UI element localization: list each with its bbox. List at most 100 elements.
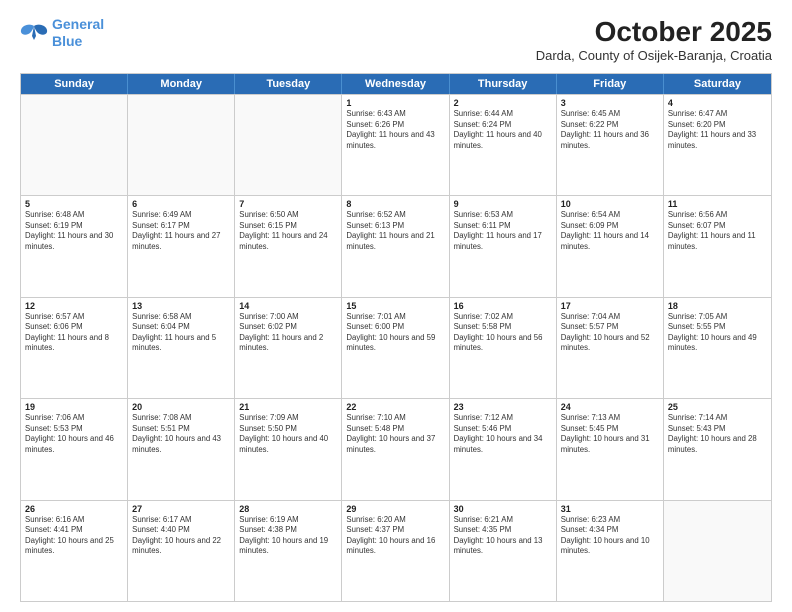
calendar-cell: 21Sunrise: 7:09 AM Sunset: 5:50 PM Dayli… — [235, 399, 342, 499]
cell-info: Sunrise: 6:44 AM Sunset: 6:24 PM Dayligh… — [454, 109, 552, 151]
calendar-cell — [128, 95, 235, 195]
calendar-cell: 8Sunrise: 6:52 AM Sunset: 6:13 PM Daylig… — [342, 196, 449, 296]
day-number: 7 — [239, 199, 337, 209]
logo-text: General Blue — [52, 16, 104, 50]
calendar-cell: 31Sunrise: 6:23 AM Sunset: 4:34 PM Dayli… — [557, 501, 664, 601]
weekday-header: Saturday — [664, 74, 771, 94]
day-number: 27 — [132, 504, 230, 514]
calendar-cell: 2Sunrise: 6:44 AM Sunset: 6:24 PM Daylig… — [450, 95, 557, 195]
day-number: 31 — [561, 504, 659, 514]
cell-info: Sunrise: 7:05 AM Sunset: 5:55 PM Dayligh… — [668, 312, 767, 354]
calendar-cell: 30Sunrise: 6:21 AM Sunset: 4:35 PM Dayli… — [450, 501, 557, 601]
day-number: 11 — [668, 199, 767, 209]
header: General Blue October 2025 Darda, County … — [20, 16, 772, 63]
cell-info: Sunrise: 6:48 AM Sunset: 6:19 PM Dayligh… — [25, 210, 123, 252]
calendar-row: 5Sunrise: 6:48 AM Sunset: 6:19 PM Daylig… — [21, 195, 771, 296]
day-number: 18 — [668, 301, 767, 311]
day-number: 20 — [132, 402, 230, 412]
cell-info: Sunrise: 6:54 AM Sunset: 6:09 PM Dayligh… — [561, 210, 659, 252]
cell-info: Sunrise: 6:16 AM Sunset: 4:41 PM Dayligh… — [25, 515, 123, 557]
cell-info: Sunrise: 7:14 AM Sunset: 5:43 PM Dayligh… — [668, 413, 767, 455]
cell-info: Sunrise: 7:06 AM Sunset: 5:53 PM Dayligh… — [25, 413, 123, 455]
day-number: 12 — [25, 301, 123, 311]
cell-info: Sunrise: 7:00 AM Sunset: 6:02 PM Dayligh… — [239, 312, 337, 354]
calendar-cell: 18Sunrise: 7:05 AM Sunset: 5:55 PM Dayli… — [664, 298, 771, 398]
page: General Blue October 2025 Darda, County … — [0, 0, 792, 612]
weekday-header: Monday — [128, 74, 235, 94]
weekday-header: Wednesday — [342, 74, 449, 94]
day-number: 13 — [132, 301, 230, 311]
logo-icon — [20, 22, 48, 44]
calendar-cell: 14Sunrise: 7:00 AM Sunset: 6:02 PM Dayli… — [235, 298, 342, 398]
calendar-row: 26Sunrise: 6:16 AM Sunset: 4:41 PM Dayli… — [21, 500, 771, 601]
calendar-body: 1Sunrise: 6:43 AM Sunset: 6:26 PM Daylig… — [21, 94, 771, 601]
calendar-cell — [235, 95, 342, 195]
day-number: 9 — [454, 199, 552, 209]
calendar-cell: 16Sunrise: 7:02 AM Sunset: 5:58 PM Dayli… — [450, 298, 557, 398]
calendar-row: 1Sunrise: 6:43 AM Sunset: 6:26 PM Daylig… — [21, 94, 771, 195]
calendar-cell: 10Sunrise: 6:54 AM Sunset: 6:09 PM Dayli… — [557, 196, 664, 296]
month-title: October 2025 — [536, 16, 772, 48]
calendar-cell: 1Sunrise: 6:43 AM Sunset: 6:26 PM Daylig… — [342, 95, 449, 195]
cell-info: Sunrise: 6:58 AM Sunset: 6:04 PM Dayligh… — [132, 312, 230, 354]
day-number: 2 — [454, 98, 552, 108]
calendar-cell — [21, 95, 128, 195]
day-number: 21 — [239, 402, 337, 412]
calendar-cell: 24Sunrise: 7:13 AM Sunset: 5:45 PM Dayli… — [557, 399, 664, 499]
day-number: 19 — [25, 402, 123, 412]
calendar-cell: 19Sunrise: 7:06 AM Sunset: 5:53 PM Dayli… — [21, 399, 128, 499]
cell-info: Sunrise: 6:47 AM Sunset: 6:20 PM Dayligh… — [668, 109, 767, 151]
calendar-cell: 11Sunrise: 6:56 AM Sunset: 6:07 PM Dayli… — [664, 196, 771, 296]
calendar-cell: 7Sunrise: 6:50 AM Sunset: 6:15 PM Daylig… — [235, 196, 342, 296]
cell-info: Sunrise: 6:53 AM Sunset: 6:11 PM Dayligh… — [454, 210, 552, 252]
cell-info: Sunrise: 6:57 AM Sunset: 6:06 PM Dayligh… — [25, 312, 123, 354]
day-number: 23 — [454, 402, 552, 412]
calendar-header: SundayMondayTuesdayWednesdayThursdayFrid… — [21, 74, 771, 94]
calendar-cell: 20Sunrise: 7:08 AM Sunset: 5:51 PM Dayli… — [128, 399, 235, 499]
calendar-cell: 6Sunrise: 6:49 AM Sunset: 6:17 PM Daylig… — [128, 196, 235, 296]
calendar-cell: 4Sunrise: 6:47 AM Sunset: 6:20 PM Daylig… — [664, 95, 771, 195]
cell-info: Sunrise: 7:01 AM Sunset: 6:00 PM Dayligh… — [346, 312, 444, 354]
calendar-cell: 5Sunrise: 6:48 AM Sunset: 6:19 PM Daylig… — [21, 196, 128, 296]
title-block: October 2025 Darda, County of Osijek-Bar… — [536, 16, 772, 63]
calendar-cell: 17Sunrise: 7:04 AM Sunset: 5:57 PM Dayli… — [557, 298, 664, 398]
calendar-cell: 27Sunrise: 6:17 AM Sunset: 4:40 PM Dayli… — [128, 501, 235, 601]
calendar-row: 19Sunrise: 7:06 AM Sunset: 5:53 PM Dayli… — [21, 398, 771, 499]
calendar-cell: 15Sunrise: 7:01 AM Sunset: 6:00 PM Dayli… — [342, 298, 449, 398]
day-number: 6 — [132, 199, 230, 209]
cell-info: Sunrise: 6:50 AM Sunset: 6:15 PM Dayligh… — [239, 210, 337, 252]
day-number: 15 — [346, 301, 444, 311]
weekday-header: Sunday — [21, 74, 128, 94]
calendar-row: 12Sunrise: 6:57 AM Sunset: 6:06 PM Dayli… — [21, 297, 771, 398]
cell-info: Sunrise: 7:04 AM Sunset: 5:57 PM Dayligh… — [561, 312, 659, 354]
day-number: 29 — [346, 504, 444, 514]
cell-info: Sunrise: 7:09 AM Sunset: 5:50 PM Dayligh… — [239, 413, 337, 455]
weekday-header: Tuesday — [235, 74, 342, 94]
calendar-cell: 12Sunrise: 6:57 AM Sunset: 6:06 PM Dayli… — [21, 298, 128, 398]
calendar-cell: 22Sunrise: 7:10 AM Sunset: 5:48 PM Dayli… — [342, 399, 449, 499]
day-number: 4 — [668, 98, 767, 108]
cell-info: Sunrise: 6:52 AM Sunset: 6:13 PM Dayligh… — [346, 210, 444, 252]
cell-info: Sunrise: 6:20 AM Sunset: 4:37 PM Dayligh… — [346, 515, 444, 557]
cell-info: Sunrise: 6:19 AM Sunset: 4:38 PM Dayligh… — [239, 515, 337, 557]
location-title: Darda, County of Osijek-Baranja, Croatia — [536, 48, 772, 63]
calendar-cell: 3Sunrise: 6:45 AM Sunset: 6:22 PM Daylig… — [557, 95, 664, 195]
cell-info: Sunrise: 6:56 AM Sunset: 6:07 PM Dayligh… — [668, 210, 767, 252]
cell-info: Sunrise: 6:49 AM Sunset: 6:17 PM Dayligh… — [132, 210, 230, 252]
day-number: 28 — [239, 504, 337, 514]
cell-info: Sunrise: 6:45 AM Sunset: 6:22 PM Dayligh… — [561, 109, 659, 151]
cell-info: Sunrise: 6:21 AM Sunset: 4:35 PM Dayligh… — [454, 515, 552, 557]
day-number: 14 — [239, 301, 337, 311]
day-number: 22 — [346, 402, 444, 412]
day-number: 17 — [561, 301, 659, 311]
cell-info: Sunrise: 6:23 AM Sunset: 4:34 PM Dayligh… — [561, 515, 659, 557]
calendar-cell: 26Sunrise: 6:16 AM Sunset: 4:41 PM Dayli… — [21, 501, 128, 601]
calendar-cell: 13Sunrise: 6:58 AM Sunset: 6:04 PM Dayli… — [128, 298, 235, 398]
day-number: 24 — [561, 402, 659, 412]
day-number: 25 — [668, 402, 767, 412]
day-number: 10 — [561, 199, 659, 209]
weekday-header: Friday — [557, 74, 664, 94]
cell-info: Sunrise: 6:43 AM Sunset: 6:26 PM Dayligh… — [346, 109, 444, 151]
calendar: SundayMondayTuesdayWednesdayThursdayFrid… — [20, 73, 772, 602]
logo: General Blue — [20, 16, 104, 50]
